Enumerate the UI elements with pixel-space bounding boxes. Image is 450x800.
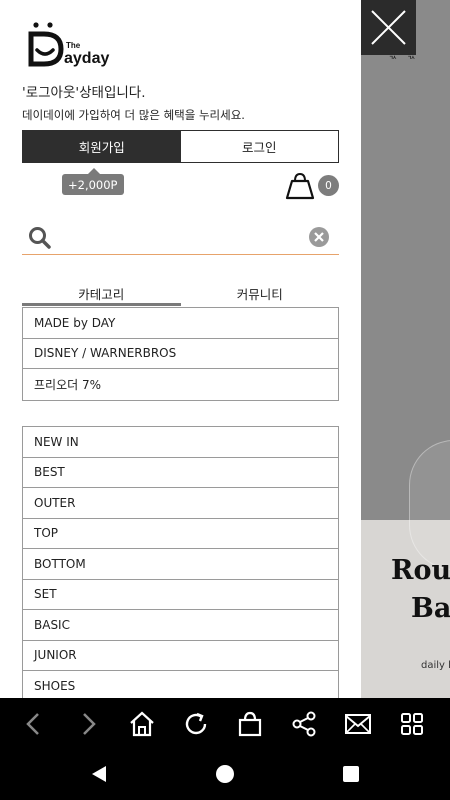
list-item[interactable]: SET xyxy=(23,579,338,610)
clear-search-icon[interactable] xyxy=(308,226,330,248)
list-item[interactable]: JUNIOR xyxy=(23,640,338,671)
list-item[interactable]: SHOES xyxy=(23,671,338,698)
cart-count-badge: 0 xyxy=(318,175,339,196)
list-item[interactable]: BOTTOM xyxy=(23,549,338,580)
list-item[interactable]: BASIC xyxy=(23,610,338,641)
svg-text:The: The xyxy=(66,41,81,50)
drawer-tabs: 카테고리 커뮤니티 xyxy=(22,280,339,306)
category-menu-list: NEW IN BEST OUTER TOP BOTTOM SET BASIC J… xyxy=(22,426,339,698)
auth-buttons: 회원가입 로그인 xyxy=(22,130,339,163)
dayday-logo-icon: The ayday xyxy=(28,22,109,67)
forward-arrow-icon xyxy=(83,712,96,735)
system-back-icon[interactable] xyxy=(90,764,108,784)
mail-button[interactable] xyxy=(331,698,385,749)
back-arrow-icon xyxy=(26,712,39,735)
home-button[interactable] xyxy=(115,698,169,749)
close-drawer-button[interactable] xyxy=(361,0,416,55)
special-menu-list: MADE by DAY DISNEY / WARNERBROS 프리오더 7% xyxy=(22,307,339,401)
cart-toolbar-button[interactable] xyxy=(223,698,277,749)
signup-point-badge: +2,000P xyxy=(62,168,124,195)
svg-text:ayday: ayday xyxy=(64,50,109,67)
list-item[interactable]: TOP xyxy=(23,518,338,549)
forward-button[interactable] xyxy=(61,698,115,749)
tab-community[interactable]: 커뮤니티 xyxy=(181,280,340,306)
cart-button[interactable] xyxy=(285,172,315,200)
refresh-button[interactable] xyxy=(169,698,223,749)
grid-menu-icon xyxy=(401,712,423,735)
signup-prompt-text: 데이데이에 가입하여 더 많은 혜택을 누리세요. xyxy=(22,108,245,122)
list-item[interactable]: MADE by DAY xyxy=(23,308,338,339)
list-item[interactable]: BEST xyxy=(23,457,338,488)
search-input[interactable] xyxy=(62,226,302,250)
background-headline-1: Rou xyxy=(391,555,450,586)
list-item[interactable]: OUTER xyxy=(23,488,338,519)
side-drawer: The ayday '로그아웃'상태입니다. 데이데이에 가입하여 더 많은 혜… xyxy=(0,0,361,698)
signup-button[interactable]: 회원가입 xyxy=(23,131,181,162)
login-button[interactable]: 로그인 xyxy=(180,131,338,162)
menu-grid-button[interactable] xyxy=(385,698,439,749)
shopping-bag-icon xyxy=(285,172,315,200)
share-button[interactable] xyxy=(277,698,331,749)
tab-category[interactable]: 카테고리 xyxy=(22,280,181,306)
system-navigation-bar xyxy=(0,749,450,800)
home-icon xyxy=(130,711,154,736)
list-item[interactable]: 프리오더 7% xyxy=(23,369,338,400)
close-icon xyxy=(371,10,406,45)
login-status-text: '로그아웃'상태입니다. xyxy=(22,85,146,101)
mail-icon xyxy=(345,713,371,734)
share-icon xyxy=(292,711,316,736)
search-icon[interactable] xyxy=(28,226,52,250)
system-recents-icon[interactable] xyxy=(343,766,359,782)
back-button[interactable] xyxy=(7,698,61,749)
background-headline-2: Ba xyxy=(411,593,450,624)
logo[interactable]: The ayday xyxy=(28,20,123,68)
background-caption: daily l xyxy=(421,660,450,671)
background-page: ᅵᆪᅵᆪ Rou Ba daily l xyxy=(361,0,450,698)
list-item[interactable]: DISNEY / WARNERBROS xyxy=(23,338,338,369)
refresh-icon xyxy=(185,712,207,734)
shopping-bag-icon xyxy=(238,711,262,736)
list-item[interactable]: NEW IN xyxy=(23,427,338,458)
search-bar xyxy=(22,222,339,255)
browser-toolbar xyxy=(0,698,450,749)
system-home-icon[interactable] xyxy=(216,765,234,783)
